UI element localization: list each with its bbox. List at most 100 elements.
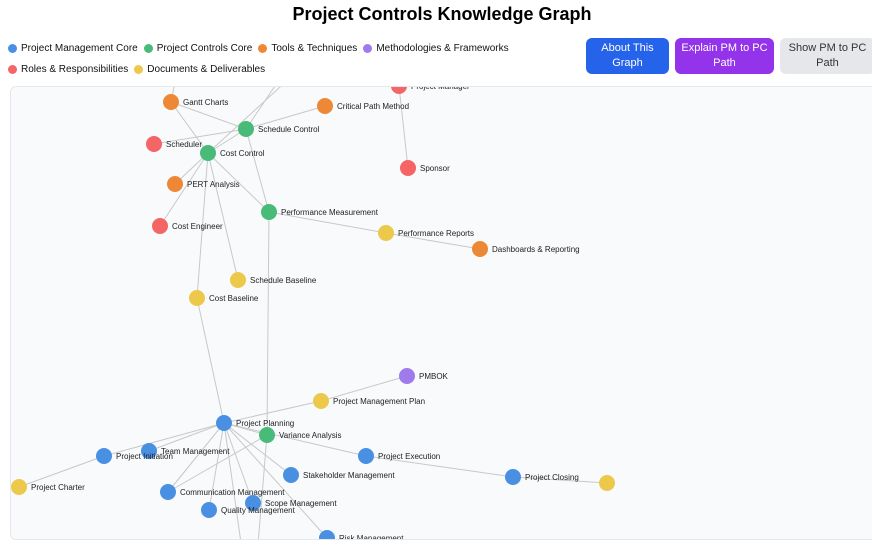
node-circle[interactable]: [11, 479, 27, 495]
node-circle[interactable]: [167, 176, 183, 192]
node-circle[interactable]: [189, 290, 205, 306]
legend-swatch: [8, 65, 17, 74]
graph-node-scheduler[interactable]: Scheduler: [146, 136, 202, 152]
node-label: Schedule Control: [258, 125, 320, 134]
graph-node-dash[interactable]: Dashboards & Reporting: [472, 241, 580, 257]
node-label: Cost Control: [220, 149, 265, 158]
node-circle[interactable]: [146, 136, 162, 152]
graph-node-proj-exec[interactable]: Project Execution: [358, 448, 440, 464]
node-label: Critical Path Method: [337, 102, 409, 111]
node-circle[interactable]: [96, 448, 112, 464]
node-circle[interactable]: [216, 415, 232, 431]
node-circle[interactable]: [358, 448, 374, 464]
node-circle[interactable]: [160, 484, 176, 500]
legend-swatch: [134, 65, 144, 74]
legend-swatch: [8, 44, 17, 53]
legend-label: Roles & Responsibilities: [21, 64, 129, 75]
graph-edge: [266, 211, 270, 436]
node-circle[interactable]: [317, 98, 333, 114]
node-circle[interactable]: [238, 121, 254, 137]
graph-edge: [398, 87, 409, 169]
node-label: Sponsor: [420, 164, 450, 173]
graph-node-cost-eng[interactable]: Cost Engineer: [152, 218, 223, 234]
node-label: Cost Engineer: [172, 222, 223, 231]
graph-node-stake[interactable]: Stakeholder Management: [283, 467, 395, 483]
node-label: Schedule Baseline: [250, 276, 317, 285]
graph-edge: [245, 128, 270, 213]
about-button[interactable]: About This Graph: [586, 38, 669, 74]
node-label: Dashboards & Reporting: [492, 245, 580, 254]
graph-edge: [257, 434, 268, 539]
page-title: Project Controls Knowledge Graph: [292, 4, 592, 24]
legend-label: Documents & Deliverables: [147, 64, 266, 75]
explain-path-button[interactable]: Explain PM to PC Path: [675, 38, 774, 74]
node-circle[interactable]: [399, 368, 415, 384]
node-circle[interactable]: [261, 204, 277, 220]
legend-swatch: [143, 44, 153, 53]
graph-node-sponsor[interactable]: Sponsor: [400, 160, 450, 176]
legend-item: Tools & Techniques: [258, 38, 357, 59]
node-circle[interactable]: [313, 393, 329, 409]
graph-edge: [207, 152, 239, 281]
graph-node-pmp[interactable]: Project Management Plan: [313, 393, 425, 409]
graph-node-perf-rep[interactable]: Performance Reports: [378, 225, 474, 241]
graph-node-sched-ctrl[interactable]: Schedule Control: [238, 121, 320, 137]
graph-node-proj-plan[interactable]: Project Planning: [216, 415, 294, 431]
node-circle[interactable]: [378, 225, 394, 241]
node-label: Cost Baseline: [209, 294, 259, 303]
node-circle[interactable]: [200, 145, 216, 161]
graph-node-comm[interactable]: Communication Management: [160, 484, 285, 500]
node-circle[interactable]: [283, 467, 299, 483]
graph-edge: [167, 434, 268, 493]
graph-node-doc-edge[interactable]: [599, 475, 615, 491]
legend-label: Project Controls Core: [156, 43, 253, 54]
legend-label: Project Management Core: [21, 43, 138, 54]
graph-node-sched-base[interactable]: Schedule Baseline: [230, 272, 317, 288]
legend-item: Roles & Responsibilities: [8, 59, 128, 80]
graph-svg[interactable]: Gantt Charts Critical Path Method Project …: [11, 87, 872, 539]
legend-item: Project Controls Core: [143, 38, 253, 59]
legend-swatch: [363, 44, 373, 53]
node-label: Risk Management: [339, 534, 404, 539]
node-label: Communication Management: [180, 488, 285, 497]
graph-edge: [159, 152, 209, 227]
graph-node-pm[interactable]: Project Manager: [391, 87, 470, 94]
node-circle[interactable]: [163, 94, 179, 110]
graph-node-cost-ctrl[interactable]: Cost Control: [200, 145, 265, 161]
node-circle[interactable]: [391, 87, 407, 94]
legend: Project Management Core Project Controls …: [8, 38, 588, 80]
graph-canvas[interactable]: Gantt Charts Critical Path Method Project …: [10, 86, 872, 540]
legend-item: Documents & Deliverables: [134, 59, 265, 80]
node-label: PERT Analysis: [187, 180, 240, 189]
node-circle[interactable]: [201, 502, 217, 518]
graph-edge: [245, 87, 275, 130]
node-label: Project Planning: [236, 419, 294, 428]
node-label: Project Management Plan: [333, 397, 425, 406]
node-label: Project Closing: [525, 473, 579, 482]
node-label: Performance Measurement: [281, 208, 379, 217]
graph-node-proj-close[interactable]: Project Closing: [505, 469, 579, 485]
graph-node-pmbok[interactable]: PMBOK: [399, 368, 449, 384]
node-circle[interactable]: [599, 475, 615, 491]
node-circle[interactable]: [230, 272, 246, 288]
graph-node-perf-meas[interactable]: Performance Measurement: [261, 204, 379, 220]
node-circle[interactable]: [259, 427, 275, 443]
show-path-button[interactable]: Show PM to PC Path: [780, 38, 872, 74]
graph-edge: [196, 297, 225, 424]
graph-node-cpm[interactable]: Critical Path Method: [317, 98, 409, 114]
node-label: Gantt Charts: [183, 98, 228, 107]
node-label: Project Execution: [378, 452, 440, 461]
node-circle[interactable]: [472, 241, 488, 257]
graph-node-pert[interactable]: PERT Analysis: [167, 176, 240, 192]
node-label: Project Charter: [31, 483, 85, 492]
node-label: PMBOK: [419, 372, 449, 381]
node-circle[interactable]: [152, 218, 168, 234]
node-circle[interactable]: [505, 469, 521, 485]
node-circle[interactable]: [400, 160, 416, 176]
graph-node-charter[interactable]: Project Charter: [11, 479, 85, 495]
graph-node-gantt[interactable]: Gantt Charts: [163, 94, 228, 110]
graph-node-cost-base[interactable]: Cost Baseline: [189, 290, 259, 306]
node-label: Project Initiation: [116, 452, 173, 461]
graph-node-risk[interactable]: Risk Management: [319, 530, 404, 539]
node-label: Project Manager: [411, 87, 470, 91]
